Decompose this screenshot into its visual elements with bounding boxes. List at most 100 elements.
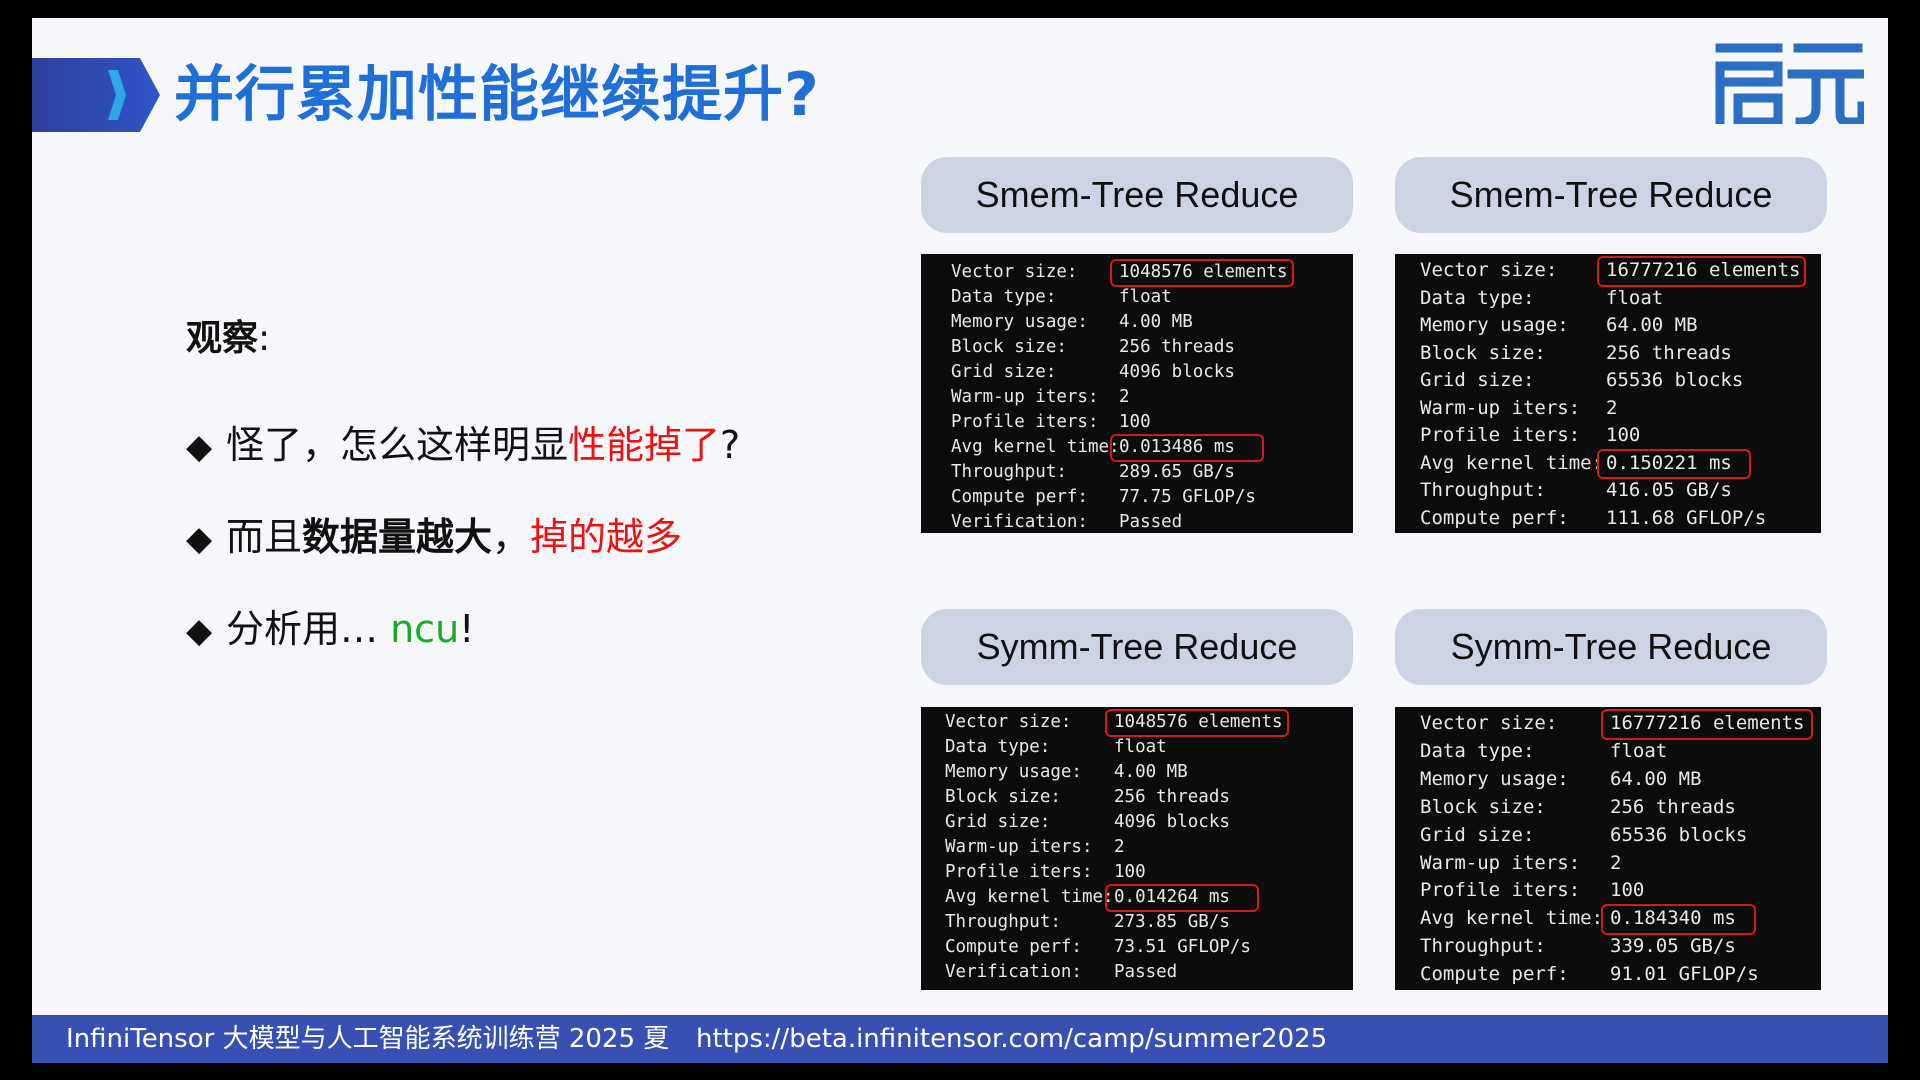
highlight-box (1110, 434, 1264, 462)
terminal-label: Memory usage: (1420, 767, 1569, 790)
panel-title-smem-small: Smem-Tree Reduce (921, 157, 1353, 233)
terminal-label: Block size: (951, 337, 1067, 357)
terminal-label: Verification: (951, 512, 1088, 532)
terminal-label: Throughput: (951, 462, 1067, 482)
terminal-value: 416.05 GB/s (1606, 479, 1732, 501)
panel-title-smem-large: Smem-Tree Reduce (1395, 157, 1827, 233)
terminal-label: Compute perf: (951, 487, 1088, 507)
terminal-value: 4.00 MB (1114, 762, 1188, 782)
terminal-value: 256 threads (1114, 787, 1230, 807)
terminal-label: Data type: (1420, 739, 1535, 762)
terminal-label: Throughput: (1420, 479, 1546, 501)
terminal-value: 256 threads (1606, 341, 1732, 364)
terminal-label: Warm-up iters: (1420, 851, 1581, 874)
terminal-value: 2 (1114, 837, 1125, 857)
observations-heading: 观察: (186, 318, 271, 359)
terminal-value: 77.75 GFLOP/s (1119, 487, 1256, 507)
terminal-value: float (1610, 739, 1668, 762)
terminal-value: 2 (1119, 387, 1130, 407)
footer-url-link[interactable]: https://beta.infinitensor.com/camp/summe… (696, 1015, 1327, 1063)
terminal-label: Grid size: (945, 812, 1051, 832)
terminal-value: 100 (1606, 424, 1641, 446)
terminal-label: Memory usage: (945, 762, 1082, 782)
terminal-label: Block size: (1420, 341, 1546, 364)
diamond-bullet-icon: ◆ (186, 611, 213, 651)
terminal-value: Passed (1114, 962, 1178, 982)
terminal-value: 2 (1610, 851, 1622, 874)
terminal-value: 100 (1114, 862, 1146, 882)
terminal-label: Data type: (945, 737, 1051, 757)
terminal-value: 256 threads (1119, 337, 1235, 357)
terminal-label: Vector size: (1420, 259, 1558, 281)
panel-title-symm-small: Symm-Tree Reduce (921, 609, 1353, 685)
highlight-box (1105, 709, 1289, 737)
terminal-output-smem-small: Vector size: 1048576 elements Data type: fl… (921, 254, 1353, 533)
terminal-output-symm-large: Vector size: 16777216 elements Data type: f… (1395, 707, 1821, 990)
terminal-value: 64.00 MB (1606, 314, 1698, 336)
bullet-performance-drop: ◆ 怪了，怎么这样明显性能掉了? (186, 418, 740, 474)
terminal-label: Warm-up iters: (1420, 396, 1581, 419)
bullet-larger-data: ◆ 而且数据量越大，掉的越多 (186, 510, 682, 566)
terminal-label: Grid size: (1420, 369, 1535, 391)
terminal-label: Compute perf: (1420, 506, 1569, 529)
terminal-label: Grid size: (1420, 823, 1535, 846)
terminal-value: 91.01 GFLOP/s (1610, 963, 1759, 986)
terminal-label: Compute perf: (1420, 963, 1569, 986)
terminal-label: Avg kernel time: (1420, 907, 1604, 930)
title-arrow-icon (32, 58, 160, 132)
terminal-value: float (1119, 287, 1172, 307)
terminal-value: 4096 blocks (1114, 812, 1230, 832)
highlight-box (1110, 259, 1294, 287)
terminal-label: Avg kernel time: (951, 437, 1120, 457)
terminal-label: Profile iters: (1420, 879, 1581, 902)
footer-bar: InfiniTensor 大模型与人工智能系统训练营 2025 夏 https:… (32, 1015, 1888, 1063)
terminal-label: Grid size: (951, 362, 1057, 382)
terminal-label: Profile iters: (945, 862, 1093, 882)
terminal-value: 100 (1610, 879, 1645, 902)
terminal-label: Throughput: (945, 912, 1061, 932)
bullet-analyze-ncu: ◆ 分析用… ncu! (186, 602, 474, 658)
footer-camp-name: InfiniTensor 大模型与人工智能系统训练营 2025 夏 (66, 1024, 670, 1054)
terminal-value: 65536 blocks (1610, 823, 1748, 846)
terminal-label: Avg kernel time: (1420, 451, 1604, 474)
terminal-value: Passed (1119, 512, 1183, 532)
terminal-value: 339.05 GB/s (1610, 935, 1736, 958)
diamond-bullet-icon: ◆ (186, 427, 213, 467)
terminal-label: Block size: (1420, 795, 1546, 818)
terminal-label: Compute perf: (945, 937, 1082, 957)
terminal-label: Throughput: (1420, 935, 1546, 958)
panel-title-symm-large: Symm-Tree Reduce (1395, 609, 1827, 685)
page-title: 并行累加性能继续提升? (174, 60, 820, 130)
terminal-label: Profile iters: (951, 412, 1099, 432)
terminal-value: float (1606, 286, 1664, 309)
terminal-label: Vector size: (945, 712, 1072, 732)
terminal-label: Vector size: (951, 262, 1078, 282)
terminal-label: Warm-up iters: (951, 387, 1099, 407)
highlight-box (1597, 256, 1806, 287)
terminal-value: 289.65 GB/s (1119, 462, 1235, 482)
terminal-label: Profile iters: (1420, 424, 1581, 446)
terminal-output-smem-large: Vector size: 16777216 elements Data type: f… (1395, 254, 1821, 533)
terminal-value: 64.00 MB (1610, 767, 1702, 790)
terminal-value: 100 (1119, 412, 1151, 432)
highlight-box (1597, 448, 1751, 479)
slide: 并行累加性能继续提升? 观察: ◆ 怪了，怎么这样明显性能掉了? ◆ 而且数据量越大… (32, 18, 1888, 1063)
terminal-value: 2 (1606, 396, 1618, 419)
terminal-label: Block size: (945, 787, 1061, 807)
terminal-value: 111.68 GFLOP/s (1606, 506, 1767, 529)
terminal-value: 65536 blocks (1606, 369, 1744, 391)
terminal-label: Memory usage: (951, 312, 1088, 332)
terminal-label: Vector size: (1420, 712, 1558, 734)
terminal-value: 4096 blocks (1119, 362, 1235, 382)
terminal-label: Data type: (951, 287, 1057, 307)
highlight-box (1601, 709, 1813, 740)
highlight-box (1105, 884, 1259, 912)
highlight-box (1601, 904, 1756, 936)
terminal-label: Memory usage: (1420, 314, 1569, 336)
terminal-value: 256 threads (1610, 795, 1736, 818)
terminal-label: Data type: (1420, 286, 1535, 309)
terminal-value: 73.51 GFLOP/s (1114, 937, 1251, 957)
terminal-value: 273.85 GB/s (1114, 912, 1230, 932)
diamond-bullet-icon: ◆ (186, 519, 213, 559)
terminal-value: 4.00 MB (1119, 312, 1193, 332)
